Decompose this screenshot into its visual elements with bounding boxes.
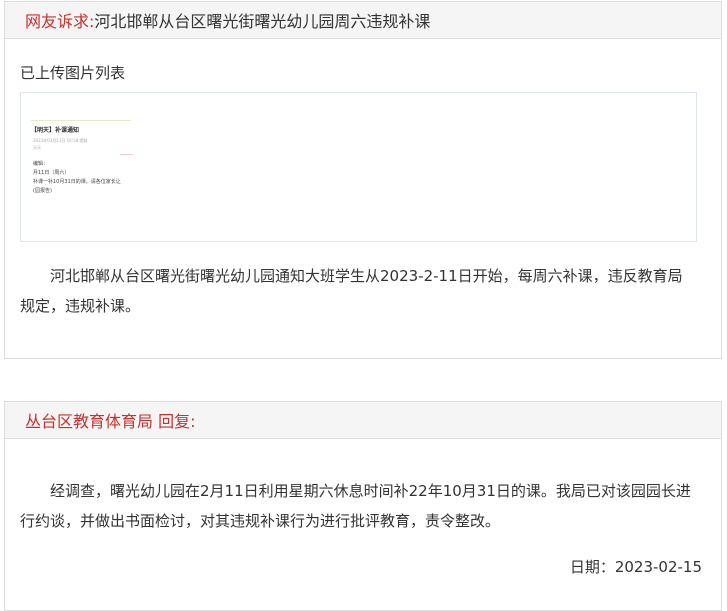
reply-body: 经调查，曙光幼儿园在2月11日利用星期六休息时间补22年10月31日的课。我局已…: [20, 482, 691, 530]
reply-header: 丛台区教育体育局 回复:: [5, 402, 721, 439]
thumbnail-top-rule: [31, 120, 131, 121]
reply-header-text: 丛台区教育体育局 回复:: [25, 412, 196, 431]
thumbnail-line: 补课一补10月31日的课。请各位家长让: [33, 179, 121, 185]
thumbnail-body: 编辑： 月11日（周六） 补课一补10月31日的课。请各位家长让 (园报告): [33, 160, 121, 196]
complaint-body: 河北邯郸从台区曙光街曙光幼儿园通知大班学生从2023-2-11日开始，每周六补课…: [20, 267, 683, 315]
thumbnail-title: 【明天】补课通知: [31, 127, 80, 134]
image-list-label: 已上传图片列表: [20, 64, 126, 82]
complaint-title: 河北邯郸从台区曙光街曙光幼儿园周六违规补课: [94, 12, 431, 31]
thumbnail-line: 月11日（周六）: [33, 170, 70, 176]
thumbnail-author: 天天: [33, 145, 41, 150]
thumbnail-divider: [120, 154, 133, 155]
thumbnail-meta: 2023年03月11日 10:58 提取: [33, 138, 88, 143]
complaint-tag: 网友诉求:: [25, 12, 95, 31]
complaint-header: 网友诉求: 河北邯郸从台区曙光街曙光幼儿园周六违规补课: [5, 2, 721, 39]
reply-date: 日期：2023-02-15: [569, 558, 702, 576]
uploaded-image-list: 【明天】补课通知 2023年03月11日 10:58 提取 天天 编辑： 月11…: [20, 92, 697, 242]
thumbnail-line: (园报告): [33, 188, 52, 194]
uploaded-image-thumbnail[interactable]: 【明天】补课通知 2023年03月11日 10:58 提取 天天 编辑： 月11…: [31, 115, 191, 225]
thumbnail-line: 编辑：: [33, 161, 49, 167]
